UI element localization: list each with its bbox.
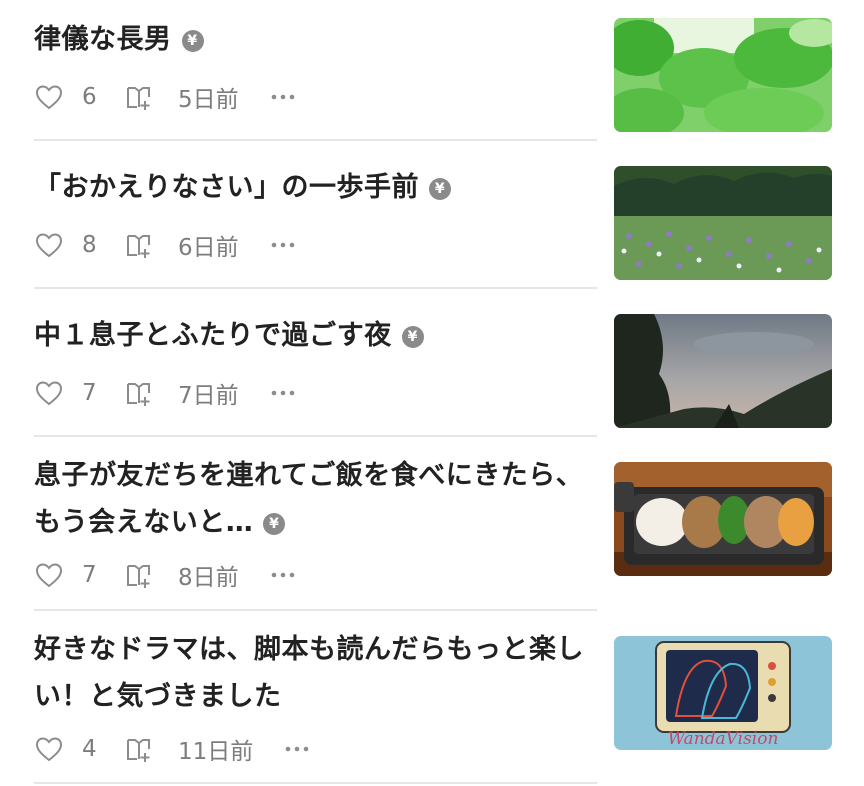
post-date: 8日前 xyxy=(178,565,239,591)
divider xyxy=(34,435,597,437)
like-count: 7 xyxy=(82,562,97,588)
more-dots-icon[interactable] xyxy=(269,378,297,408)
article-meta: 8 6日前 xyxy=(34,230,297,261)
magazine-add-icon[interactable] xyxy=(124,230,154,260)
article-title[interactable]: 「おかえりなさい」の一歩手前 ¥ xyxy=(34,164,596,211)
post-date: 5日前 xyxy=(178,87,239,113)
thumbnail-caption: WandaVision xyxy=(668,729,779,749)
article-thumbnail[interactable] xyxy=(614,462,832,576)
yen-icon: ¥ xyxy=(263,513,286,535)
divider xyxy=(34,782,597,784)
like-count: 7 xyxy=(82,380,97,406)
article-item[interactable]: 律儀な長男 ¥ 6 5日前 xyxy=(34,16,832,136)
article-thumbnail[interactable] xyxy=(614,314,832,428)
divider xyxy=(34,139,597,141)
heart-icon[interactable] xyxy=(34,230,64,260)
magazine-add-icon[interactable] xyxy=(124,82,154,112)
article-item[interactable]: 中１息子とふたりで過ごす夜 ¥ 7 7日前 xyxy=(34,312,832,432)
more-dots-icon[interactable] xyxy=(269,560,297,590)
yen-icon: ¥ xyxy=(401,326,424,348)
article-thumbnail[interactable] xyxy=(614,18,832,132)
like-count: 8 xyxy=(82,232,97,258)
article-title[interactable]: 息子が友だちを連れてご飯を食べにきたら、もう会えないと… ¥ xyxy=(34,452,596,546)
article-meta: 7 7日前 xyxy=(34,378,297,409)
article-title[interactable]: 好きなドラマは、脚本も読んだらもっと楽しい！と気づきました xyxy=(34,626,596,720)
yen-icon: ¥ xyxy=(429,178,451,200)
yen-icon: ¥ xyxy=(181,30,204,52)
article-thumbnail[interactable]: WandaVision xyxy=(614,636,832,750)
article-thumbnail[interactable] xyxy=(614,166,832,280)
article-meta: 4 11日前 xyxy=(34,734,311,765)
divider xyxy=(34,287,597,289)
article-meta: 7 8日前 xyxy=(34,560,297,591)
heart-icon[interactable] xyxy=(34,82,64,112)
like-count: 4 xyxy=(82,736,97,762)
magazine-add-icon[interactable] xyxy=(124,560,154,590)
heart-icon[interactable] xyxy=(34,734,64,764)
article-meta: 6 5日前 xyxy=(34,82,297,113)
post-date: 11日前 xyxy=(178,739,254,765)
more-dots-icon[interactable] xyxy=(269,82,297,112)
post-date: 7日前 xyxy=(178,383,239,409)
article-item[interactable]: 「おかえりなさい」の一歩手前 ¥ 8 6日前 xyxy=(34,164,832,284)
like-count: 6 xyxy=(82,84,97,110)
article-item[interactable]: 息子が友だちを連れてご飯を食べにきたら、もう会えないと… ¥ 7 8日前 xyxy=(34,452,832,600)
magazine-add-icon[interactable] xyxy=(124,378,154,408)
post-date: 6日前 xyxy=(178,235,239,261)
divider xyxy=(34,609,597,611)
heart-icon[interactable] xyxy=(34,378,64,408)
article-title[interactable]: 律儀な長男 ¥ xyxy=(34,16,596,63)
more-dots-icon[interactable] xyxy=(269,230,297,260)
article-title[interactable]: 中１息子とふたりで過ごす夜 ¥ xyxy=(34,312,596,359)
more-dots-icon[interactable] xyxy=(283,734,311,764)
heart-icon[interactable] xyxy=(34,560,64,590)
magazine-add-icon[interactable] xyxy=(124,734,154,764)
article-item[interactable]: 好きなドラマは、脚本も読んだらもっと楽しい！と気づきました 4 11日前 Wan… xyxy=(34,626,832,774)
